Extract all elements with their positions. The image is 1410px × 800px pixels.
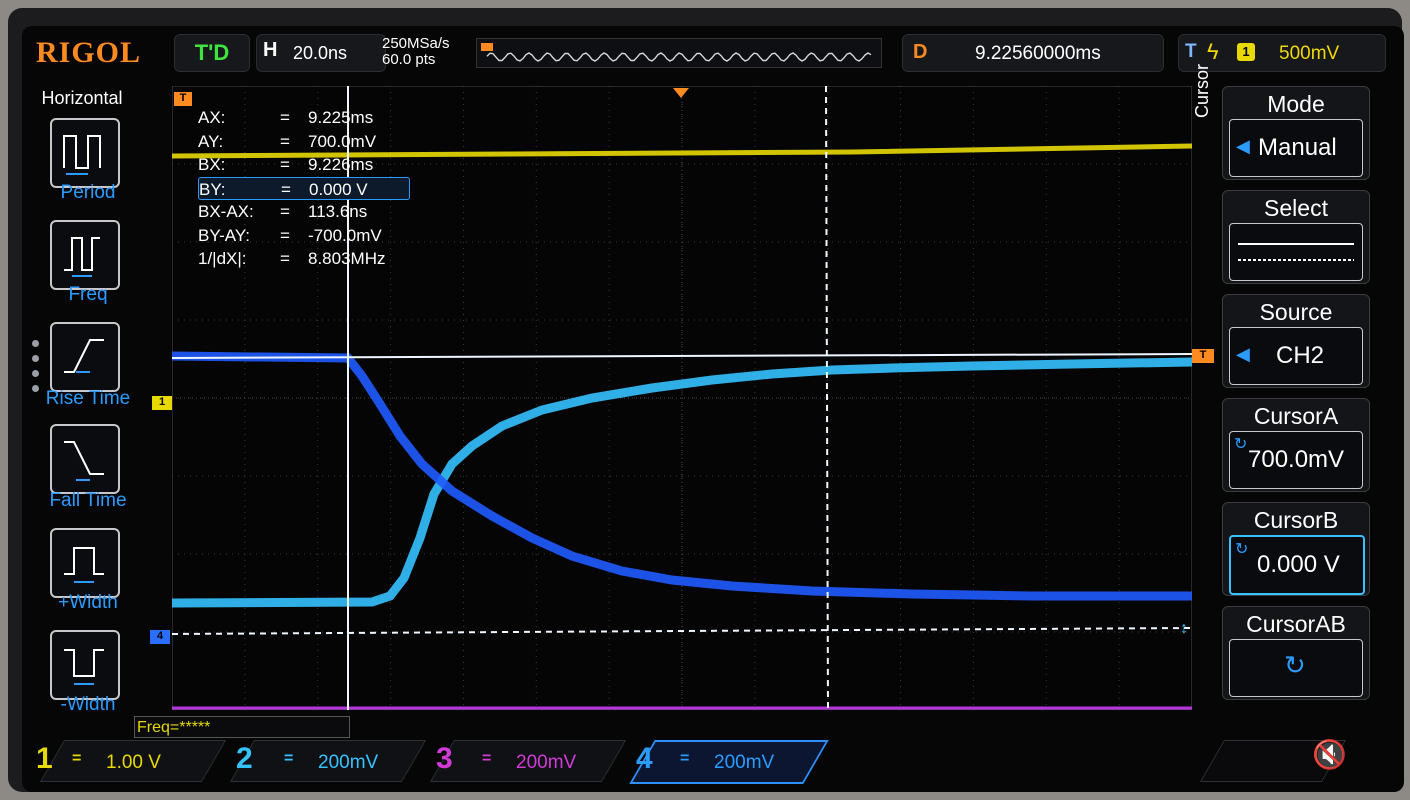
pos-width-label: +Width xyxy=(58,592,118,613)
freq-icon xyxy=(64,237,100,277)
cursor-a-title: CursorA xyxy=(1253,403,1339,429)
knob-icon: ↻ xyxy=(1234,436,1248,453)
knob-icon: ↻ xyxy=(1284,650,1306,680)
source-value: CH2 xyxy=(1276,342,1325,369)
scope-screen: RIGOL T'D H 20.0ns 250MSa/s 60.0 pts D 9… xyxy=(22,26,1404,792)
ch1-ground-marker[interactable]: 1 xyxy=(152,396,172,410)
memory-position-marker xyxy=(481,43,493,51)
neg-width-button[interactable] xyxy=(50,630,120,700)
readout-row-selected: BY: = 0.000 V xyxy=(198,176,410,200)
neg-width-label: -Width xyxy=(60,694,116,715)
ch3-scale: 200mV xyxy=(516,752,577,773)
horizontal-label: H xyxy=(263,39,278,61)
trigger-label: T xyxy=(1185,41,1197,62)
cursor-ab-menu[interactable]: CursorAB ↻ xyxy=(1222,606,1370,700)
readout-row: AX: = 9.225ms xyxy=(198,108,374,127)
trigger-level: 500mV xyxy=(1279,43,1340,64)
sample-rate: 250MSa/s xyxy=(382,35,450,52)
cursor-b-value: 0.000 V xyxy=(1257,551,1340,578)
cursor-ab-knob[interactable]: ↻ xyxy=(1229,639,1363,697)
cursor-a-value-box[interactable]: ↻ 700.0mV xyxy=(1229,431,1363,489)
cursor-ab-title: CursorAB xyxy=(1246,611,1346,637)
select-title: Select xyxy=(1264,195,1328,221)
frequency-counter: Freq=***** xyxy=(134,716,350,738)
ch1-coupling-icon: = xyxy=(72,750,82,767)
select-selector[interactable] xyxy=(1229,223,1363,281)
ch1-scale: 1.00 V xyxy=(106,752,161,773)
delay-position-marker xyxy=(673,88,689,98)
mode-selector[interactable]: ◀ Manual xyxy=(1229,119,1363,177)
cursor-lines-icon xyxy=(1238,243,1354,261)
ch4-scale: 200mV xyxy=(714,752,775,773)
period-label: Period xyxy=(60,182,116,203)
horizontal-timebase[interactable]: H 20.0ns xyxy=(256,34,386,72)
readout-row: 1/|dX|: = 8.803MHz xyxy=(198,249,386,268)
ch3-coupling-icon: = xyxy=(482,750,492,767)
neg-width-icon xyxy=(64,649,104,685)
ch4-ground-marker[interactable]: 4 xyxy=(150,630,170,644)
source-menu[interactable]: Source ◀ CH2 xyxy=(1222,294,1370,388)
oscilloscope-bezel: RIGOL T'D H 20.0ns 250MSa/s 60.0 pts D 9… xyxy=(8,8,1404,792)
memory-overview[interactable] xyxy=(476,38,882,68)
left-menu-title: Horizontal xyxy=(41,88,123,108)
period-button[interactable] xyxy=(50,118,120,188)
mode-title: Mode xyxy=(1267,91,1325,117)
select-menu[interactable]: Select xyxy=(1222,190,1370,284)
delay-readout[interactable]: D 9.22560000ms xyxy=(902,34,1164,72)
memory-points: 60.0 pts xyxy=(382,51,436,68)
delay-label: D xyxy=(913,41,928,63)
trigger-position-marker: T xyxy=(174,92,192,106)
menu-page-indicator xyxy=(32,340,40,400)
source-selector[interactable]: ◀ CH2 xyxy=(1229,327,1363,385)
ch4-coupling-icon: = xyxy=(680,750,690,767)
fall-time-button[interactable] xyxy=(50,424,120,494)
ch1-number: 1 xyxy=(36,742,53,775)
knob-icon: ↻ xyxy=(1235,541,1249,558)
readout-row: BX-AX: = 113.6ns xyxy=(198,202,368,221)
sound-muted-icon[interactable]: 🔇 xyxy=(1312,738,1347,771)
readout-row: AY: = 700.0mV xyxy=(198,131,377,151)
cursor-a-value: 700.0mV xyxy=(1248,446,1345,473)
rise-time-icon xyxy=(64,339,104,373)
period-icon xyxy=(63,135,101,175)
trigger-edge-icon: ϟ xyxy=(1207,39,1219,64)
cursor-b-title: CursorB xyxy=(1253,507,1339,533)
mode-value: Manual xyxy=(1258,134,1337,161)
right-menu-side-label: Cursor xyxy=(1192,63,1212,118)
memory-overview-wave xyxy=(481,43,872,62)
ch4-number: 4 xyxy=(636,742,653,775)
trigger-source: 1 xyxy=(1237,43,1255,61)
source-title: Source xyxy=(1259,299,1333,325)
sample-info: 250MSa/s 60.0 pts xyxy=(382,36,450,68)
left-arrow-icon: ◀ xyxy=(1236,344,1250,364)
ch3-number: 3 xyxy=(436,742,453,775)
ch2-scale: 200mV xyxy=(318,752,379,773)
readout-row: BY-AY: = -700.0mV xyxy=(198,225,382,245)
trigger-level-marker[interactable]: T xyxy=(1192,349,1214,363)
readout-row: BX: = 9.226ms xyxy=(198,155,374,174)
mode-menu[interactable]: Mode ◀ Manual xyxy=(1222,86,1370,180)
brand-logo: RIGOL xyxy=(36,36,142,69)
delay-value: 9.22560000ms xyxy=(975,43,1101,64)
cursor-b-value-box[interactable]: ↻ 0.000 V xyxy=(1229,535,1365,595)
ch2-number: 2 xyxy=(236,742,253,775)
left-arrow-icon: ◀ xyxy=(1236,136,1250,156)
ch2-coupling-icon: = xyxy=(284,750,294,767)
freq-button[interactable] xyxy=(50,220,120,290)
cursor-drag-icon[interactable]: ↕ xyxy=(1180,620,1188,638)
cursor-b-menu[interactable]: CursorB ↻ 0.000 V xyxy=(1222,502,1370,596)
fall-time-label: Fall Time xyxy=(49,490,127,511)
pos-width-button[interactable] xyxy=(50,528,120,598)
fall-time-icon xyxy=(64,441,104,481)
pos-width-icon xyxy=(64,547,104,583)
rise-time-label: Rise Time xyxy=(45,388,131,409)
timebase-value: 20.0ns xyxy=(293,43,348,63)
cursor-a-menu[interactable]: CursorA ↻ 700.0mV xyxy=(1222,398,1370,492)
freq-label: Freq xyxy=(68,284,108,305)
run-status[interactable]: T'D xyxy=(174,34,250,72)
cursor-readout: AX: = 9.225ms AY: = 700.0mV BX: = 9.226ms BY: =… xyxy=(198,106,410,271)
rise-time-button[interactable] xyxy=(50,322,120,392)
overview-waveform xyxy=(486,52,872,62)
